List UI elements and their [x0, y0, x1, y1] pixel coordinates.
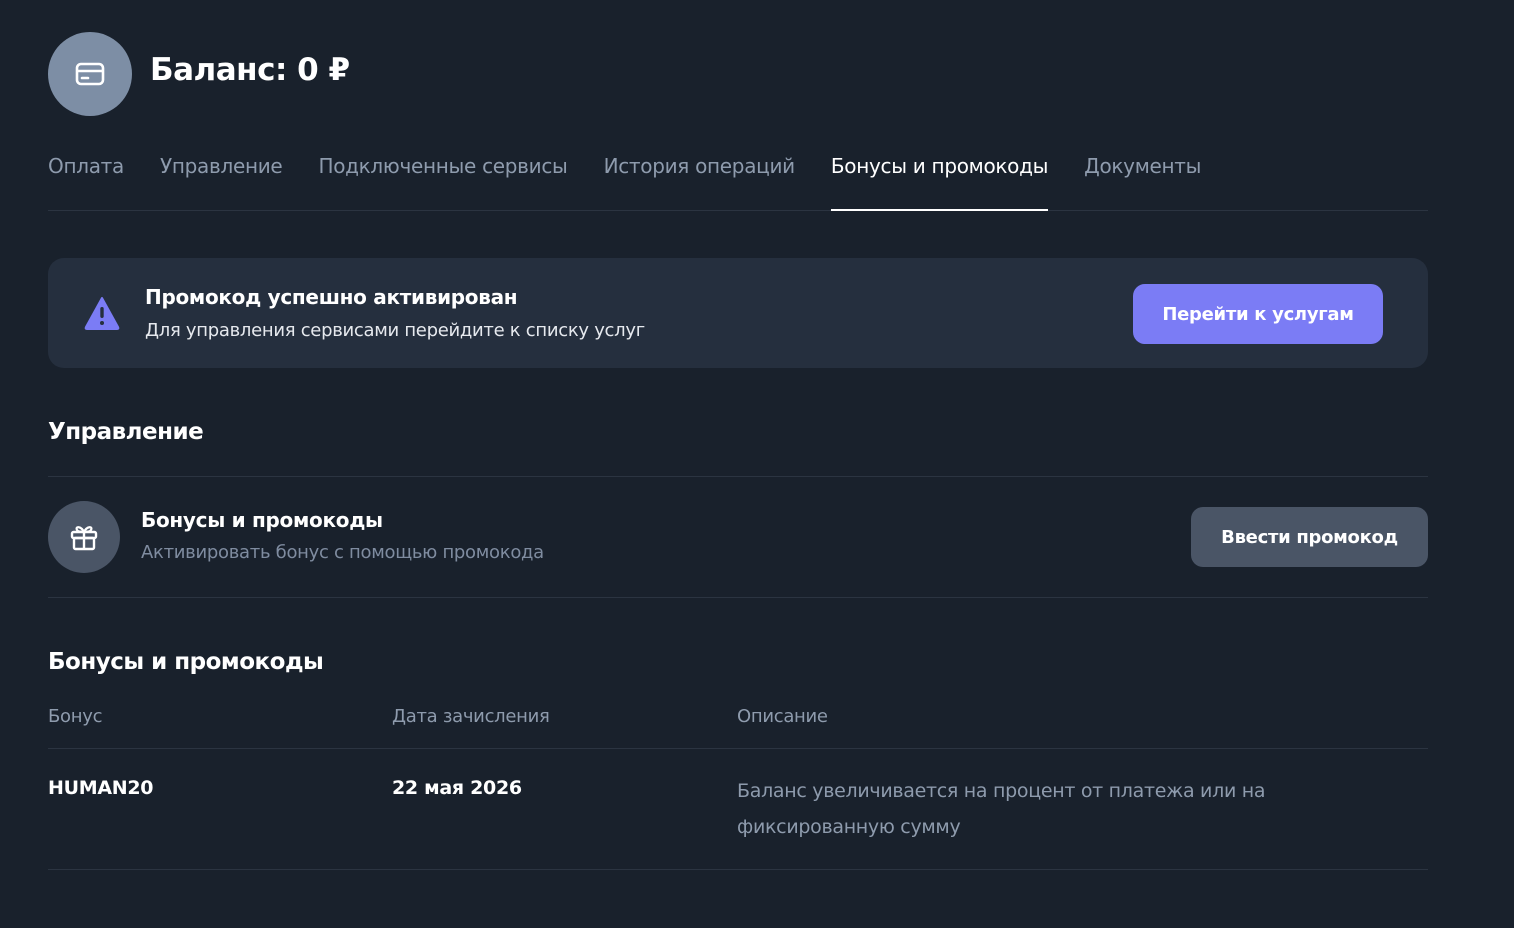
bonus-code: HUMAN20: [48, 777, 154, 799]
credit-card-icon: [75, 62, 105, 86]
bonus-date: 22 мая 2026: [392, 777, 522, 799]
tab-operation-history[interactable]: История операций: [604, 146, 796, 210]
tab-bonuses-promocodes[interactable]: Бонусы и промокоды: [830, 146, 1048, 211]
bonus-management-row: Бонусы и промокоды Активировать бонус с …: [48, 478, 1428, 596]
tab-connected-services[interactable]: Подключенные сервисы: [318, 146, 567, 210]
warning-icon: [84, 297, 120, 330]
tab-management[interactable]: Управление: [160, 146, 283, 210]
alert-text: Для управления сервисами перейдите к спи…: [145, 320, 645, 341]
balance-title: Баланс: 0 ₽: [150, 52, 350, 88]
gift-avatar: [48, 501, 120, 573]
bonuses-section-title: Бонусы и промокоды: [48, 649, 324, 675]
management-section-title: Управление: [48, 419, 204, 445]
column-header-date: Дата зачисления: [392, 706, 550, 727]
column-header-description: Описание: [737, 706, 828, 727]
go-to-services-button[interactable]: Перейти к услугам: [1133, 284, 1383, 344]
tab-documents[interactable]: Документы: [1084, 146, 1201, 210]
bonus-management-description: Активировать бонус с помощью промокода: [141, 542, 544, 563]
divider: [48, 597, 1428, 598]
tab-bar: Оплата Управление Подключенные сервисы И…: [48, 146, 1428, 211]
gift-icon: [70, 526, 98, 551]
bonus-management-title: Бонусы и промокоды: [141, 508, 383, 532]
bonuses-table-header: Бонус Дата зачисления Описание: [48, 704, 1428, 749]
alert-title: Промокод успешно активирован: [145, 285, 518, 309]
balance-header: Баланс: 0 ₽: [48, 32, 350, 116]
table-row: HUMAN20 22 мая 2026 Баланс увеличивается…: [48, 749, 1428, 870]
promocode-success-alert: Промокод успешно активирован Для управле…: [48, 258, 1428, 368]
balance-avatar: [48, 32, 132, 116]
billing-page: Баланс: 0 ₽ Оплата Управление Подключенн…: [0, 0, 1514, 928]
divider: [48, 476, 1428, 477]
column-header-bonus: Бонус: [48, 706, 103, 727]
tab-payment[interactable]: Оплата: [48, 146, 124, 210]
bonus-description: Баланс увеличивается на процент от плате…: [737, 780, 1266, 838]
enter-promocode-button[interactable]: Ввести промокод: [1191, 507, 1428, 567]
